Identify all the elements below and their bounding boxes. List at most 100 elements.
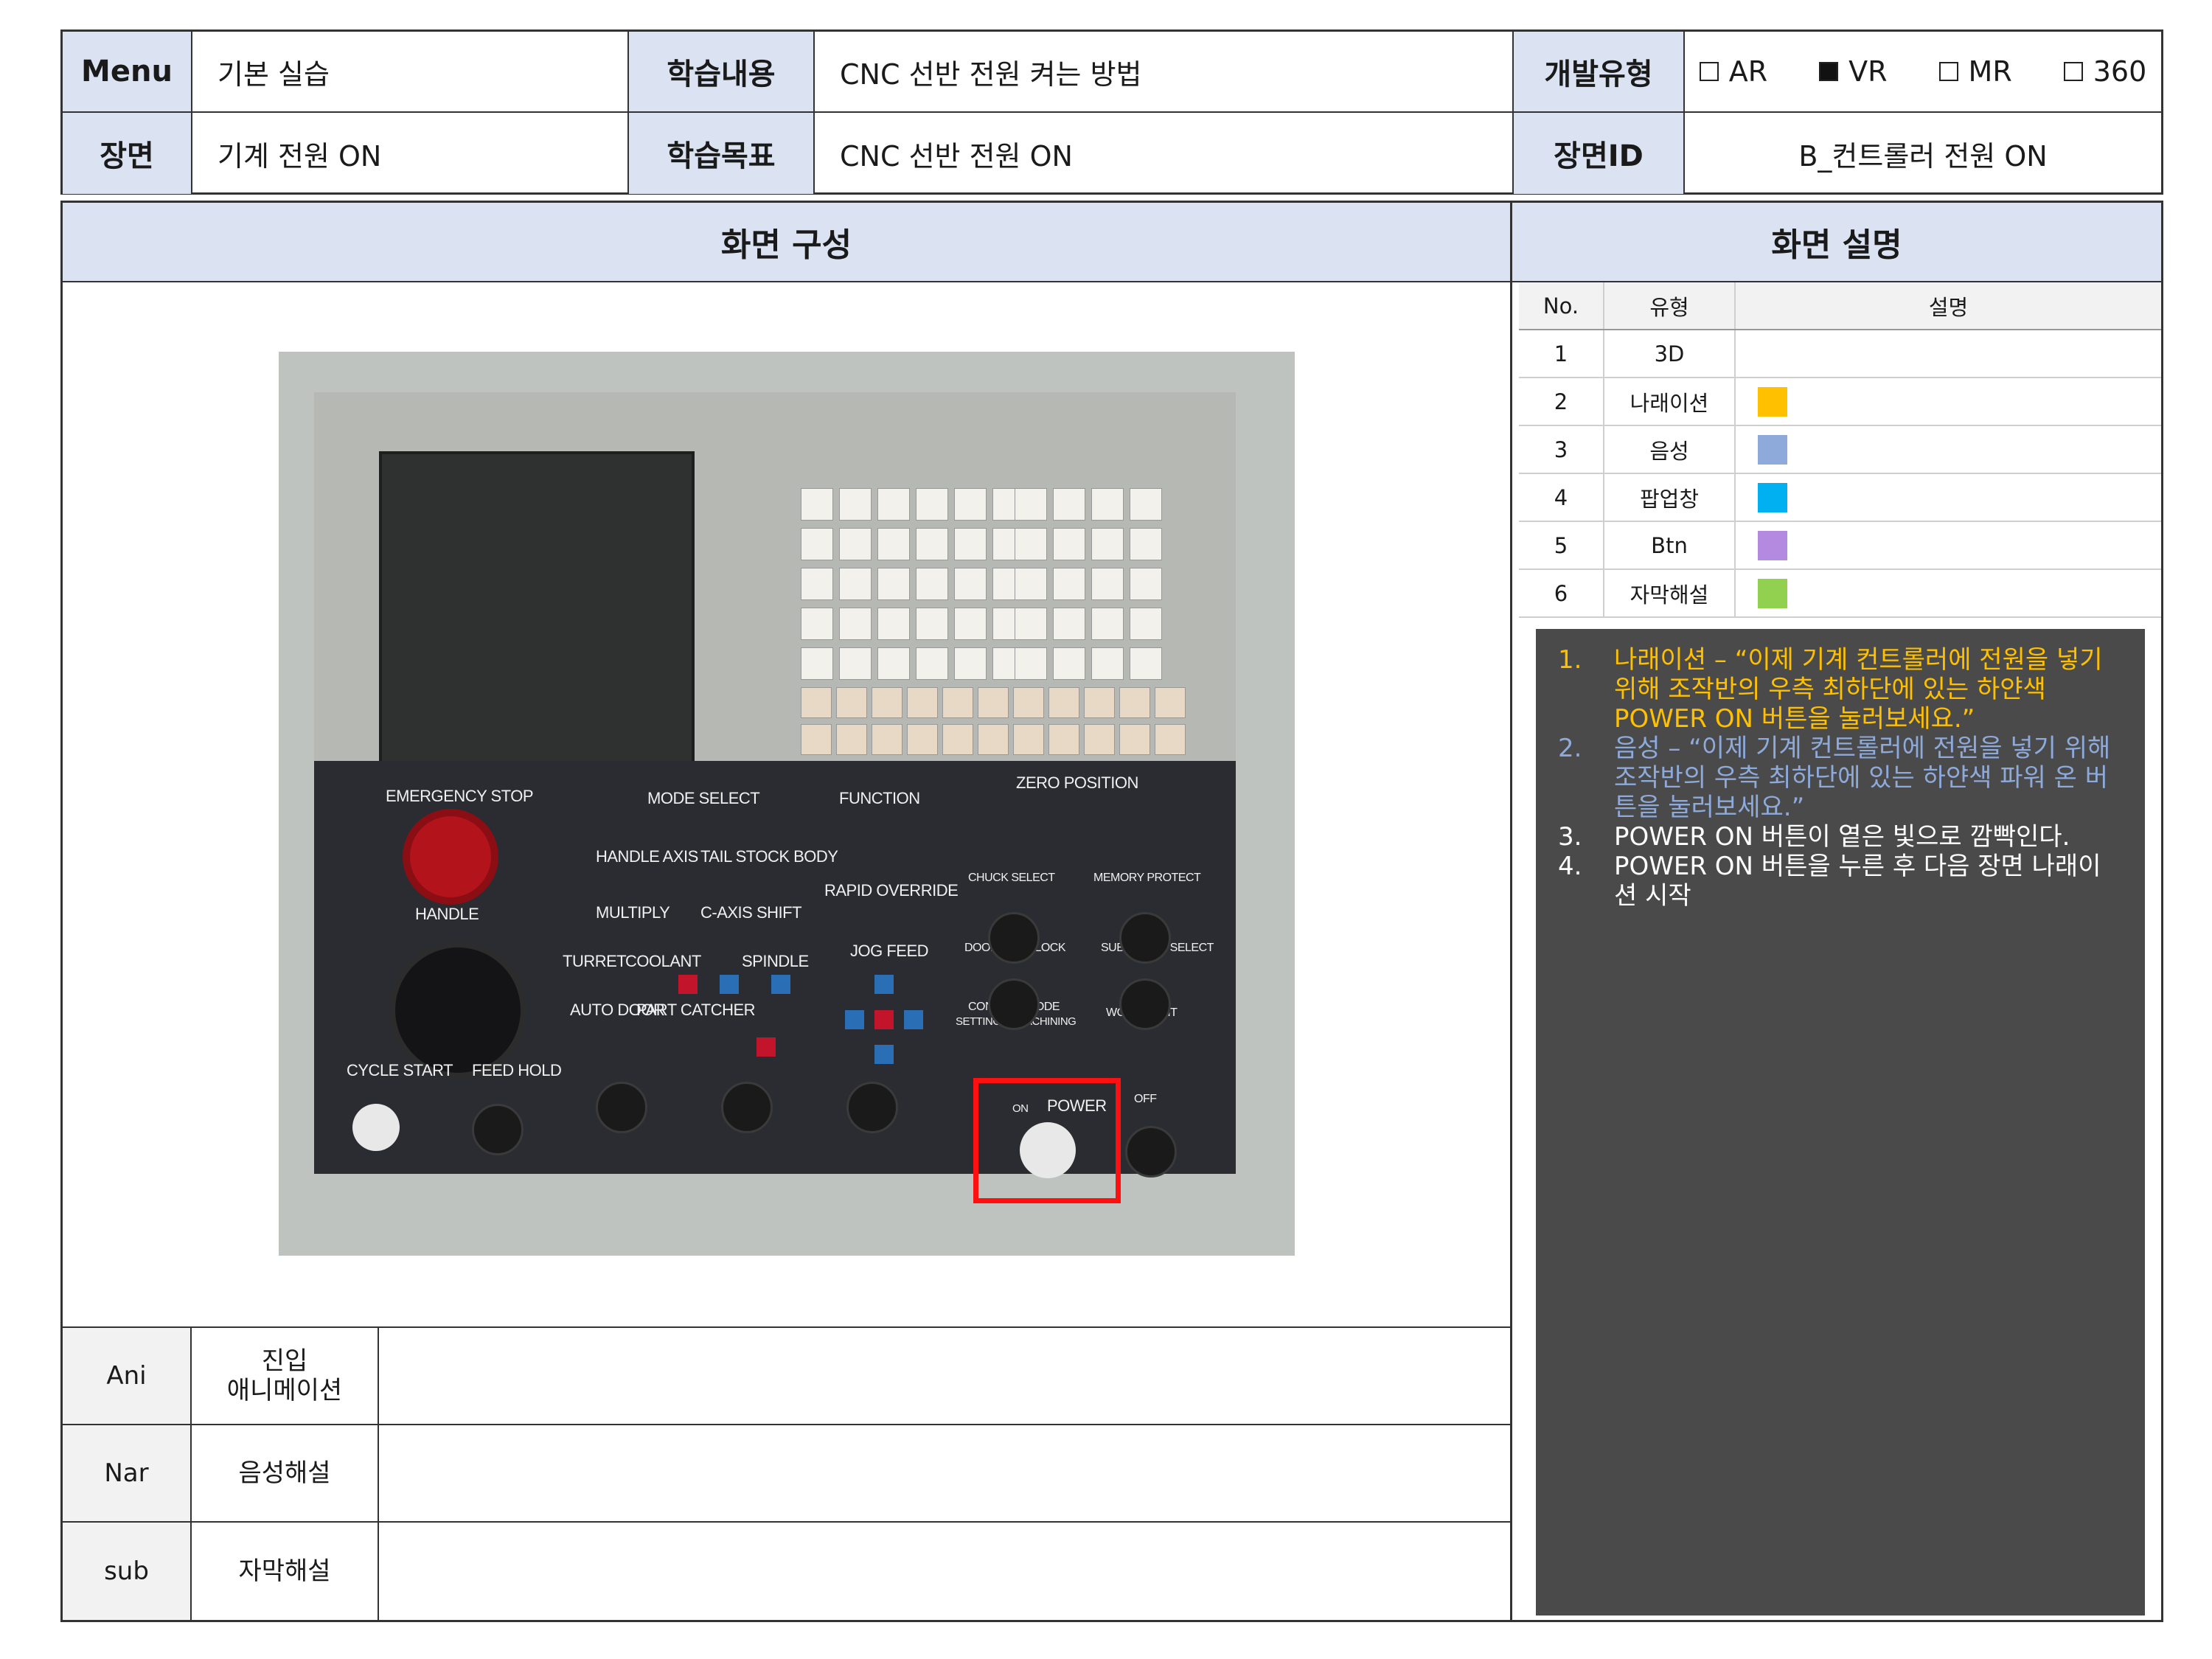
key[interactable]	[1053, 488, 1085, 521]
key[interactable]	[801, 528, 833, 560]
key[interactable]	[1155, 687, 1186, 718]
chuck-select-knob[interactable]	[988, 912, 1040, 964]
key[interactable]	[978, 687, 1009, 718]
devtype-option-vr[interactable]: VR	[1819, 55, 1888, 88]
key[interactable]	[1015, 608, 1047, 640]
key[interactable]	[954, 647, 987, 680]
coolant-button[interactable]	[678, 975, 698, 994]
key[interactable]	[916, 647, 948, 680]
key[interactable]	[801, 647, 833, 680]
note-number: 3.	[1558, 822, 1582, 852]
key[interactable]	[916, 608, 948, 640]
key[interactable]	[877, 568, 910, 600]
handle-wheel[interactable]	[389, 942, 526, 1079]
key[interactable]	[916, 528, 948, 560]
key[interactable]	[1048, 724, 1079, 755]
key[interactable]	[954, 608, 987, 640]
key[interactable]	[978, 724, 1009, 755]
key[interactable]	[839, 647, 872, 680]
key[interactable]	[839, 488, 872, 521]
memory-protect-knob[interactable]	[1119, 912, 1171, 964]
key[interactable]	[1119, 724, 1150, 755]
key[interactable]	[1130, 488, 1162, 521]
key[interactable]	[1130, 568, 1162, 600]
key[interactable]	[839, 608, 872, 640]
key[interactable]	[954, 488, 987, 521]
key[interactable]	[801, 608, 833, 640]
key[interactable]	[1053, 568, 1085, 600]
feed-override-knob[interactable]	[596, 1082, 647, 1133]
key[interactable]	[1013, 687, 1044, 718]
key[interactable]	[877, 488, 910, 521]
key[interactable]	[801, 568, 833, 600]
key[interactable]	[1053, 608, 1085, 640]
key[interactable]	[942, 724, 973, 755]
key[interactable]	[907, 687, 938, 718]
key[interactable]	[839, 528, 872, 560]
jog-feed-label: JOG FEED	[850, 942, 929, 960]
key[interactable]	[1048, 687, 1079, 718]
key[interactable]	[1084, 687, 1115, 718]
key[interactable]	[916, 488, 948, 521]
key[interactable]	[1119, 687, 1150, 718]
jog-x-button[interactable]	[874, 1045, 894, 1064]
key[interactable]	[839, 568, 872, 600]
key[interactable]	[801, 724, 832, 755]
legend-header-no: No.	[1519, 282, 1604, 329]
key[interactable]	[801, 488, 833, 521]
emergency-stop-button[interactable]	[403, 809, 498, 905]
key[interactable]	[1130, 647, 1162, 680]
key[interactable]	[1013, 724, 1044, 755]
key[interactable]	[1015, 568, 1047, 600]
spindle-button[interactable]	[771, 975, 790, 994]
key[interactable]	[1091, 488, 1124, 521]
key[interactable]	[872, 687, 902, 718]
key[interactable]	[1130, 528, 1162, 560]
feed-hold-button[interactable]	[472, 1104, 524, 1155]
devtype-option-360[interactable]: 360	[2063, 55, 2146, 88]
door-interlock-knob[interactable]	[988, 978, 1040, 1030]
cycle-start-button[interactable]	[352, 1104, 400, 1151]
jog-z-button[interactable]	[904, 1010, 923, 1029]
checkbox-icon	[1938, 62, 1958, 81]
key[interactable]	[1084, 724, 1115, 755]
key[interactable]	[1155, 724, 1186, 755]
key[interactable]	[1015, 647, 1047, 680]
jog-z-button[interactable]	[845, 1010, 864, 1029]
spindle-override-knob[interactable]	[846, 1082, 898, 1133]
sub-chuck-knob[interactable]	[1119, 978, 1171, 1030]
key[interactable]	[954, 528, 987, 560]
rapid-button[interactable]	[874, 1010, 894, 1029]
key[interactable]	[1053, 647, 1085, 680]
spindle-button[interactable]	[720, 975, 739, 994]
key[interactable]	[1091, 568, 1124, 600]
key[interactable]	[907, 724, 938, 755]
power-off-button[interactable]	[1125, 1126, 1177, 1178]
key[interactable]	[1091, 608, 1124, 640]
key[interactable]	[836, 724, 867, 755]
main-storyboard: 화면 구성 화면 설명 EMERGENCY STOP HANDLE MODE S…	[60, 201, 2163, 1622]
key[interactable]	[801, 687, 832, 718]
key[interactable]	[877, 647, 910, 680]
key[interactable]	[1053, 528, 1085, 560]
key[interactable]	[877, 528, 910, 560]
jog-x-button[interactable]	[874, 975, 894, 994]
key[interactable]	[1091, 647, 1124, 680]
key[interactable]	[1015, 488, 1047, 521]
key[interactable]	[872, 724, 902, 755]
key[interactable]	[954, 568, 987, 600]
key[interactable]	[1130, 608, 1162, 640]
spindle-stop-button[interactable]	[757, 1037, 776, 1057]
legend-type: 3D	[1604, 330, 1736, 377]
key[interactable]	[916, 568, 948, 600]
devtype-option-ar[interactable]: AR	[1699, 55, 1767, 88]
legend-header-type: 유형	[1604, 282, 1736, 329]
key[interactable]	[877, 608, 910, 640]
key[interactable]	[942, 687, 973, 718]
key[interactable]	[1015, 528, 1047, 560]
devtype-option-mr[interactable]: MR	[1938, 55, 2012, 88]
key[interactable]	[1091, 528, 1124, 560]
rapid-knob[interactable]	[721, 1082, 773, 1133]
key[interactable]	[836, 687, 867, 718]
color-swatch-voice	[1758, 434, 1787, 465]
